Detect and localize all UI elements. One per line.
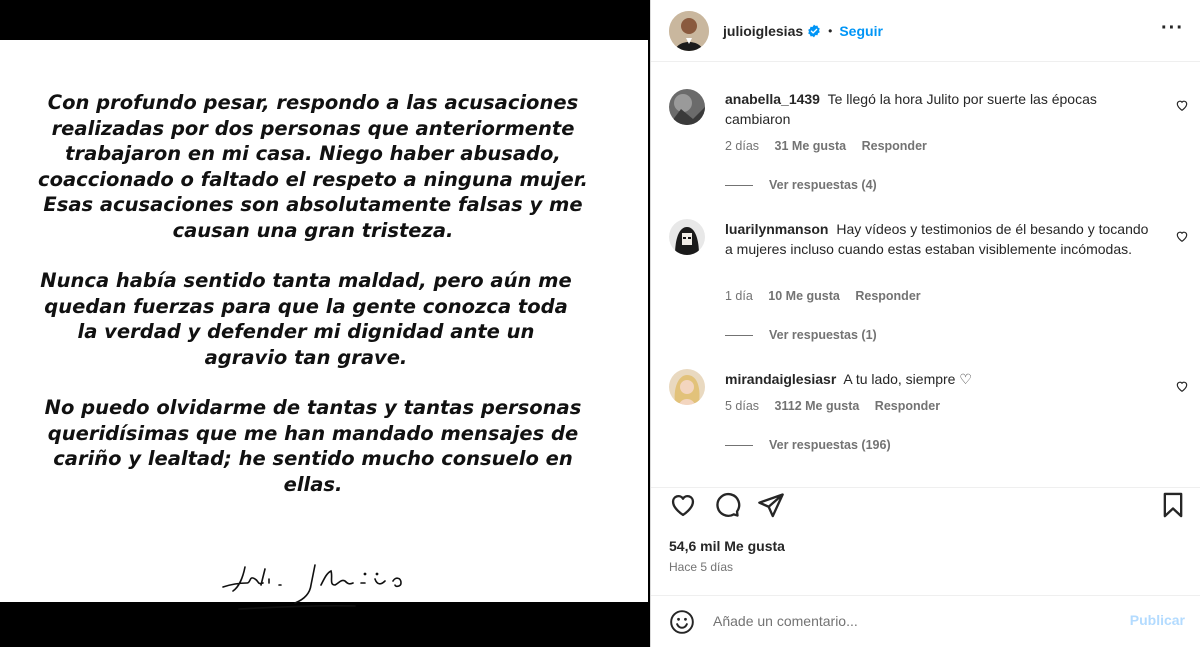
post-details-panel: julioiglesias • Seguir ··· anabella_1439… (650, 0, 1200, 647)
comment-age: 5 días (725, 399, 760, 413)
comment-meta: 5 días 3112 Me gusta Responder (725, 399, 952, 413)
view-replies-label: Ver respuestas (1) (769, 328, 877, 342)
commenter-username[interactable]: mirandaiglesiasr (725, 371, 836, 387)
post-media[interactable]: Con profundo pesar, respondo a las acusa… (0, 0, 648, 647)
author-avatar[interactable] (669, 10, 709, 51)
view-replies-button[interactable]: Ver respuestas (196) (725, 438, 891, 452)
replies-divider (725, 444, 753, 446)
comment-icon[interactable] (713, 491, 741, 524)
comment-meta: 1 día 10 Me gusta Responder (725, 289, 933, 303)
replies-divider (725, 184, 753, 186)
comment-likes[interactable]: 31 Me gusta (775, 139, 847, 153)
post-header: julioiglesias • Seguir ··· (651, 0, 1200, 62)
bookmark-icon[interactable] (1159, 491, 1187, 524)
follow-button[interactable]: Seguir (839, 23, 883, 39)
comments-list[interactable]: anabella_1439 Te llegó la hora Julito po… (651, 63, 1200, 483)
heart-icon[interactable] (669, 491, 697, 524)
signature (222, 564, 402, 610)
reply-button[interactable]: Responder (862, 139, 927, 153)
comment-text: A tu lado, siempre ♡ (843, 371, 972, 387)
header-separator: • (828, 23, 833, 38)
likes-count[interactable]: 54,6 mil Me gusta (669, 538, 785, 554)
commenter-avatar[interactable] (669, 89, 705, 125)
comment-heart-icon[interactable] (1175, 379, 1189, 398)
share-icon[interactable] (757, 491, 785, 524)
comment-content: luarilynmanson Hay vídeos y testimonios … (725, 219, 1155, 259)
comment-likes[interactable]: 3112 Me gusta (775, 399, 860, 413)
author-avatar-image (669, 10, 709, 51)
comment-likes[interactable]: 10 Me gusta (768, 289, 840, 303)
replies-divider (725, 334, 753, 336)
view-replies-label: Ver respuestas (196) (769, 438, 891, 452)
comment-content: anabella_1439 Te llegó la hora Julito po… (725, 89, 1155, 129)
comment-age: 2 días (725, 139, 760, 153)
publish-button[interactable]: Publicar (1130, 612, 1185, 628)
statement-paragraph-2: Nunca había sentido tanta maldad, pero a… (40, 269, 572, 369)
comment-heart-icon[interactable] (1175, 98, 1189, 117)
reply-button[interactable]: Responder (875, 399, 940, 413)
post-time: Hace 5 días (669, 560, 734, 574)
comment-meta: 2 días 31 Me gusta Responder (725, 139, 939, 153)
view-replies-button[interactable]: Ver respuestas (1) (725, 328, 877, 342)
more-options-icon[interactable]: ··· (1161, 17, 1184, 40)
comment-input[interactable] (713, 608, 1093, 634)
commenter-username[interactable]: anabella_1439 (725, 91, 820, 107)
author-username[interactable]: julioiglesias (723, 23, 803, 39)
commenter-username[interactable]: luarilynmanson (725, 221, 828, 237)
add-comment-bar: Publicar (651, 595, 1200, 647)
comment-heart-icon[interactable] (1175, 229, 1189, 248)
comment-content: mirandaiglesiasr A tu lado, siempre ♡ (725, 369, 1155, 389)
commenter-avatar[interactable] (669, 219, 705, 255)
statement-paragraph-3: No puedo olvidarme de tantas y tantas pe… (44, 396, 582, 496)
verified-badge-icon (807, 24, 821, 38)
emoji-icon[interactable] (669, 609, 695, 640)
view-replies-button[interactable]: Ver respuestas (4) (725, 178, 877, 192)
statement-paragraph-1: Con profundo pesar, respondo a las acusa… (38, 91, 588, 242)
reply-button[interactable]: Responder (855, 289, 920, 303)
view-replies-label: Ver respuestas (4) (769, 178, 877, 192)
commenter-avatar[interactable] (669, 369, 705, 405)
post-statement-text: Con profundo pesar, respondo a las acusa… (0, 90, 620, 522)
post-actions-bar (651, 487, 1200, 527)
comment-age: 1 día (725, 289, 753, 303)
post-image: Con profundo pesar, respondo a las acusa… (0, 40, 648, 610)
